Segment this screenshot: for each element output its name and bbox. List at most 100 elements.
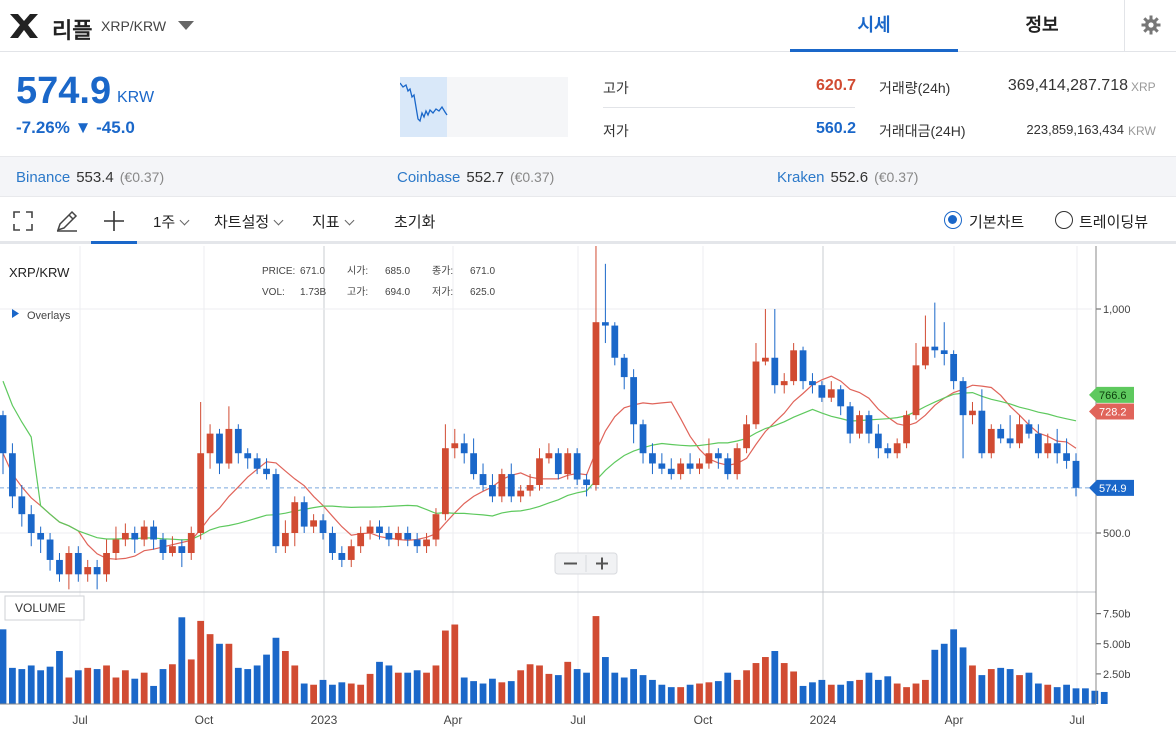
candle-body[interactable]: [705, 453, 713, 464]
candle-body[interactable]: [809, 381, 816, 386]
candle-body[interactable]: [65, 552, 73, 575]
candle-body[interactable]: [752, 361, 760, 425]
candle-body[interactable]: [1016, 424, 1023, 444]
candle-body[interactable]: [300, 502, 308, 527]
candle-body[interactable]: [940, 350, 948, 355]
candle-body[interactable]: [451, 443, 459, 449]
candle-body[interactable]: [0, 415, 7, 454]
candle-body[interactable]: [423, 539, 430, 547]
candle-body[interactable]: [1063, 453, 1070, 461]
candle-body[interactable]: [545, 453, 553, 459]
candle-body[interactable]: [432, 514, 440, 540]
candle-body[interactable]: [479, 474, 487, 486]
candle-body[interactable]: [517, 490, 525, 497]
candle-body[interactable]: [272, 474, 280, 547]
crosshair-button[interactable]: [91, 198, 137, 244]
tab-market[interactable]: 시세: [790, 0, 958, 52]
candle-body[interactable]: [743, 424, 750, 449]
candle-body[interactable]: [1025, 424, 1033, 434]
exchange-name[interactable]: Coinbase: [397, 169, 460, 186]
candle-body[interactable]: [376, 526, 383, 533]
candle-body[interactable]: [573, 453, 581, 480]
candle-body[interactable]: [347, 546, 355, 560]
candle-body[interactable]: [771, 357, 779, 386]
candle-body[interactable]: [564, 453, 572, 475]
candle-body[interactable]: [620, 357, 628, 378]
candle-body[interactable]: [1006, 438, 1014, 444]
candle-body[interactable]: [319, 520, 327, 533]
candle-body[interactable]: [150, 526, 157, 540]
tab-info[interactable]: 정보: [958, 0, 1126, 52]
candle-body[interactable]: [489, 485, 496, 497]
exchange-name[interactable]: Kraken: [777, 169, 825, 186]
candle-body[interactable]: [404, 533, 412, 540]
candle-body[interactable]: [630, 377, 638, 425]
candle-body[interactable]: [931, 346, 939, 351]
candle-body[interactable]: [253, 458, 261, 469]
candle-body[interactable]: [677, 463, 685, 475]
candle-body[interactable]: [874, 433, 882, 449]
candle-body[interactable]: [159, 539, 167, 553]
candle-body[interactable]: [470, 453, 478, 475]
candle-body[interactable]: [997, 428, 1005, 439]
coin-dropdown-icon[interactable]: [178, 21, 194, 30]
candle-body[interactable]: [837, 389, 845, 407]
candle-body[interactable]: [131, 533, 139, 540]
candle-body[interactable]: [121, 533, 129, 540]
candle-body[interactable]: [46, 539, 54, 560]
candle-body[interactable]: [178, 546, 186, 553]
candle-body[interactable]: [649, 453, 656, 464]
candle-body[interactable]: [780, 381, 788, 386]
candle-body[interactable]: [912, 365, 920, 416]
candle-body[interactable]: [385, 533, 393, 540]
candle-body[interactable]: [197, 453, 205, 533]
candle-body[interactable]: [225, 428, 233, 464]
candle-body[interactable]: [441, 448, 449, 515]
candle-body[interactable]: [140, 526, 148, 540]
settings-button[interactable]: [1124, 0, 1176, 52]
candle-body[interactable]: [922, 346, 929, 366]
price-chart[interactable]: Jul Oct 2023 Apr Jul Oct 2024 Apr Jul 1,000 500.0 2…: [0, 246, 1176, 734]
candle-body[interactable]: [790, 350, 798, 382]
candle-body[interactable]: [1044, 443, 1052, 454]
candle-body[interactable]: [526, 485, 534, 491]
candle-body[interactable]: [112, 539, 120, 553]
candle-body[interactable]: [639, 424, 647, 454]
fullscreen-icon[interactable]: [10, 208, 36, 234]
candle-body[interactable]: [686, 463, 694, 469]
candle-body[interactable]: [103, 552, 110, 575]
candle-body[interactable]: [846, 406, 854, 434]
candle-body[interactable]: [329, 533, 336, 553]
candle-body[interactable]: [856, 415, 863, 434]
candle-body[interactable]: [978, 410, 986, 454]
candle-body[interactable]: [507, 474, 515, 497]
candle-body[interactable]: [366, 526, 374, 533]
candle-body[interactable]: [9, 453, 16, 497]
candle-body[interactable]: [818, 385, 826, 398]
pencil-icon[interactable]: [54, 208, 80, 234]
candle-body[interactable]: [394, 533, 402, 540]
candle-body[interactable]: [169, 546, 176, 553]
candle-body[interactable]: [583, 479, 590, 486]
indicators-menu[interactable]: 지표: [312, 211, 355, 232]
candle-body[interactable]: [56, 559, 63, 575]
basic-chart-label[interactable]: 기본차트: [969, 211, 1024, 232]
candle-body[interactable]: [658, 463, 666, 469]
candle-body[interactable]: [667, 468, 675, 475]
candle-body[interactable]: [601, 322, 609, 326]
candle-body[interactable]: [1053, 443, 1061, 454]
candle-body[interactable]: [498, 474, 506, 497]
candle-body[interactable]: [536, 458, 543, 486]
candle-body[interactable]: [27, 514, 35, 533]
candle-body[interactable]: [799, 350, 807, 382]
candle-body[interactable]: [74, 552, 82, 575]
candle-body[interactable]: [84, 567, 92, 575]
candle-body[interactable]: [1034, 433, 1042, 454]
candle-body[interactable]: [950, 354, 958, 382]
candle-body[interactable]: [733, 448, 741, 475]
candle-body[interactable]: [338, 552, 346, 560]
chart-settings-menu[interactable]: 차트설정: [214, 211, 284, 232]
overlays-toggle-icon[interactable]: [12, 309, 19, 318]
candle-body[interactable]: [281, 533, 289, 547]
candle-body[interactable]: [592, 322, 600, 486]
